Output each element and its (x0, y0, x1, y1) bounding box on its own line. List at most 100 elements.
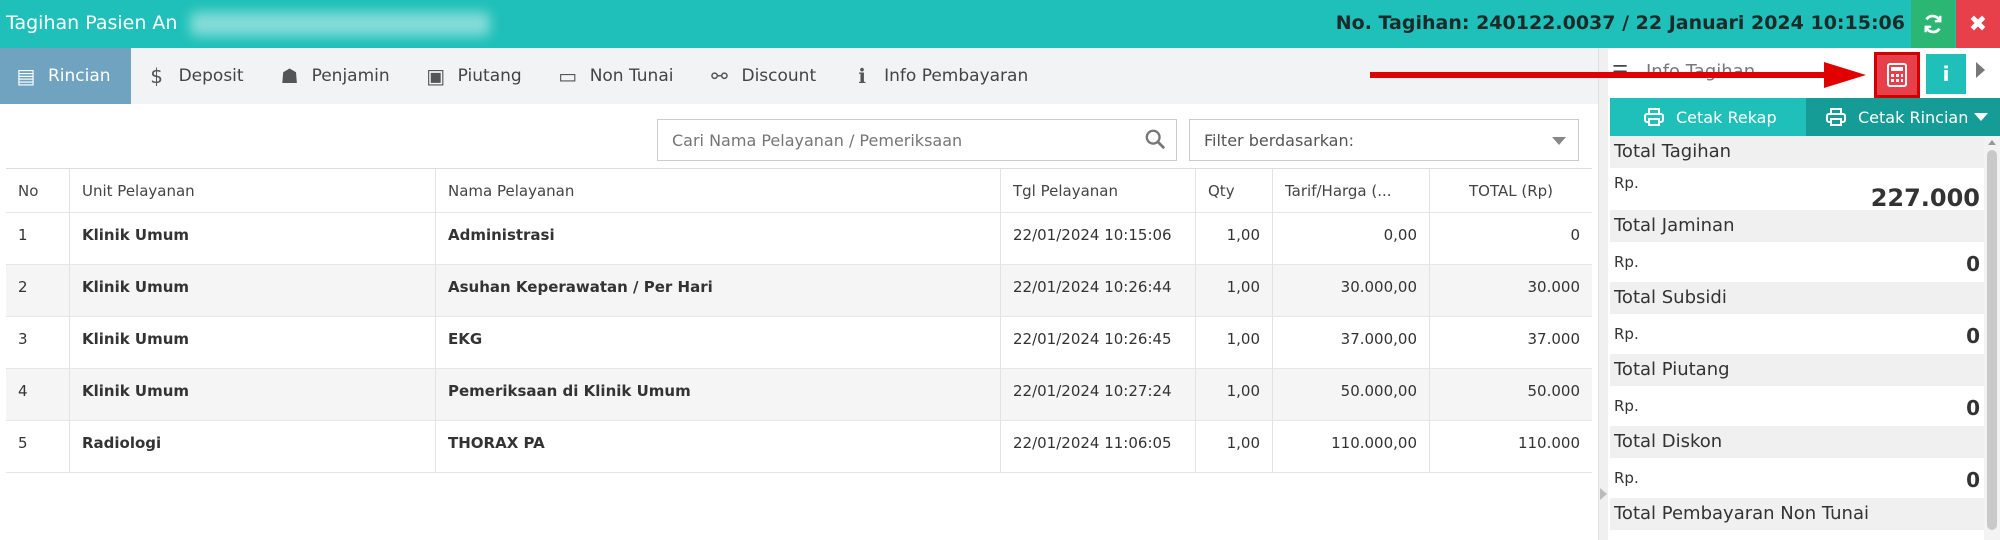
search-icon[interactable] (1144, 128, 1166, 150)
total-value: 0 (1966, 252, 1980, 276)
tab-penjamin[interactable]: ☗ Penjamin (264, 48, 410, 104)
cell-name: Pemeriksaan di Klinik Umum (436, 369, 1001, 420)
cell-no: 2 (6, 265, 70, 316)
cell-name: EKG (436, 317, 1001, 368)
cell-unit: Radiologi (70, 421, 436, 472)
print-rekap-button[interactable]: Cetak Rekap (1610, 98, 1806, 136)
scrollbar-thumb[interactable] (1987, 150, 1997, 530)
print-rekap-label: Cetak Rekap (1676, 107, 1777, 127)
filter-label: Filter berdasarkan: (1204, 131, 1355, 150)
totals-list: Total Tagihan Rp. 227.000 Total Jaminan R… (1610, 136, 1984, 540)
total-subsidi: Total Subsidi Rp. 0 (1610, 282, 1984, 354)
cell-total: 50.000 (1527, 382, 1581, 400)
close-icon: ✖ (1968, 11, 1988, 37)
column-header-unit[interactable]: Unit Pelayanan (70, 169, 436, 212)
cell-total: 0 (1570, 226, 1580, 244)
column-header-total[interactable]: TOTAL (Rp) (1430, 169, 1592, 212)
bill-number: No. Tagihan: 240122.0037 / 22 Januari 20… (1335, 12, 1905, 34)
printer-icon (1644, 108, 1664, 126)
tab-discount[interactable]: ⚯ Discount (693, 48, 836, 104)
column-header-tarif[interactable]: Tarif/Harga (... (1273, 169, 1430, 212)
cell-tarif: 37.000,00 (1273, 317, 1430, 368)
chevron-down-icon[interactable] (1974, 113, 1988, 121)
printer-icon (1826, 108, 1846, 126)
tab-label: Discount (741, 66, 817, 86)
cell-total: 37.000 (1527, 330, 1581, 348)
print-buttons: Cetak Rekap Cetak Rincian (1610, 98, 2000, 136)
currency-label: Rp. (1614, 174, 1639, 192)
total-label: Total Diskon (1610, 426, 1984, 458)
total-label: Total Subsidi (1610, 282, 1984, 314)
scroll-up-icon[interactable] (1988, 140, 1996, 145)
currency-label: Rp. (1614, 253, 1639, 271)
column-header-no[interactable]: No (6, 169, 70, 212)
table-row[interactable]: 4 Klinik Umum Pemeriksaan di Klinik Umum… (6, 369, 1592, 421)
tab-label: Rincian (48, 66, 111, 86)
cell-unit: Klinik Umum (70, 317, 436, 368)
tab-deposit[interactable]: $ Deposit (131, 48, 264, 104)
column-header-date[interactable]: Tgl Pelayanan (1001, 169, 1196, 212)
table-row[interactable]: 3 Klinik Umum EKG 22/01/2024 10:26:45 1,… (6, 317, 1592, 369)
user-secret-icon: ☗ (280, 64, 299, 88)
tab-non-tunai[interactable]: ▭ Non Tunai (542, 48, 694, 104)
cell-name: Administrasi (436, 213, 1001, 264)
currency-label: Rp. (1614, 469, 1639, 487)
billing-info-panel: ☰ Info Tagihan i Cetak Rekap Cetak Rinci… (1608, 48, 2000, 540)
table-row[interactable]: 1 Klinik Umum Administrasi 22/01/2024 10… (6, 213, 1592, 265)
calculator-button[interactable] (1872, 50, 1922, 100)
cell-no: 1 (6, 213, 70, 264)
redacted-patient-name (190, 12, 490, 36)
cell-total: 110.000 (1517, 434, 1580, 452)
tab-info-pembayaran[interactable]: ℹ Info Pembayaran (836, 48, 1048, 104)
expand-arrow-icon[interactable] (1976, 62, 1985, 78)
tab-rincian[interactable]: ▤ Rincian (0, 48, 131, 104)
panel-splitter[interactable] (1598, 48, 1608, 540)
unlink-icon: ⚯ (711, 64, 728, 88)
cell-name: THORAX PA (436, 421, 1001, 472)
currency-label: Rp. (1614, 397, 1639, 415)
search-input[interactable] (658, 120, 1128, 160)
tab-label: Penjamin (311, 66, 390, 86)
close-button[interactable]: ✖ (1956, 0, 2000, 48)
filter-select[interactable]: Filter berdasarkan: (1189, 119, 1579, 161)
total-jaminan: Total Jaminan Rp. 0 (1610, 210, 1984, 282)
cell-qty: 1,00 (1196, 369, 1273, 420)
window-title: Tagihan Pasien An (6, 12, 178, 34)
credit-card-icon: ▭ (558, 64, 578, 88)
annotation-arrow-icon (1370, 62, 1866, 88)
search-box (657, 119, 1177, 161)
refresh-button[interactable] (1911, 0, 1955, 48)
total-value: 0 (1966, 396, 1980, 420)
cell-unit: Klinik Umum (70, 369, 436, 420)
cell-tarif: 30.000,00 (1273, 265, 1430, 316)
cell-no: 5 (6, 421, 70, 472)
cell-tarif: 0,00 (1273, 213, 1430, 264)
total-value: 227.000 (1870, 184, 1980, 212)
title-bar: Tagihan Pasien An No. Tagihan: 240122.00… (0, 0, 2000, 48)
cell-date: 22/01/2024 10:15:06 (1001, 213, 1196, 264)
total-piutang: Total Piutang Rp. 0 (1610, 354, 1984, 426)
services-table: No Unit Pelayanan Nama Pelayanan Tgl Pel… (6, 168, 1592, 473)
table-row[interactable]: 5 Radiologi THORAX PA 22/01/2024 11:06:0… (6, 421, 1592, 473)
total-label: Total Jaminan (1610, 210, 1984, 242)
totals-scrollbar[interactable] (1984, 136, 2000, 540)
cell-qty: 1,00 (1196, 317, 1273, 368)
info-icon: i (1942, 62, 1950, 86)
info-button[interactable]: i (1926, 54, 1966, 94)
list-icon: ▤ (16, 64, 36, 88)
table-row[interactable]: 2 Klinik Umum Asuhan Keperawatan / Per H… (6, 265, 1592, 317)
calculator-icon (1887, 63, 1907, 87)
print-rincian-button[interactable]: Cetak Rincian (1806, 98, 2000, 136)
cell-qty: 1,00 (1196, 213, 1273, 264)
cell-unit: Klinik Umum (70, 213, 436, 264)
total-label: Total Piutang (1610, 354, 1984, 386)
total-diskon: Total Diskon Rp. 0 (1610, 426, 1984, 498)
cell-tarif: 50.000,00 (1273, 369, 1430, 420)
column-header-name[interactable]: Nama Pelayanan (436, 169, 1001, 212)
money-icon: ▣ (426, 64, 446, 88)
cell-date: 22/01/2024 10:27:24 (1001, 369, 1196, 420)
column-header-qty[interactable]: Qty (1196, 169, 1273, 212)
tab-bar: ▤ Rincian $ Deposit ☗ Penjamin ▣ Piutang… (0, 48, 1598, 104)
tab-piutang[interactable]: ▣ Piutang (410, 48, 542, 104)
collapse-arrow-icon[interactable] (1600, 488, 1607, 500)
